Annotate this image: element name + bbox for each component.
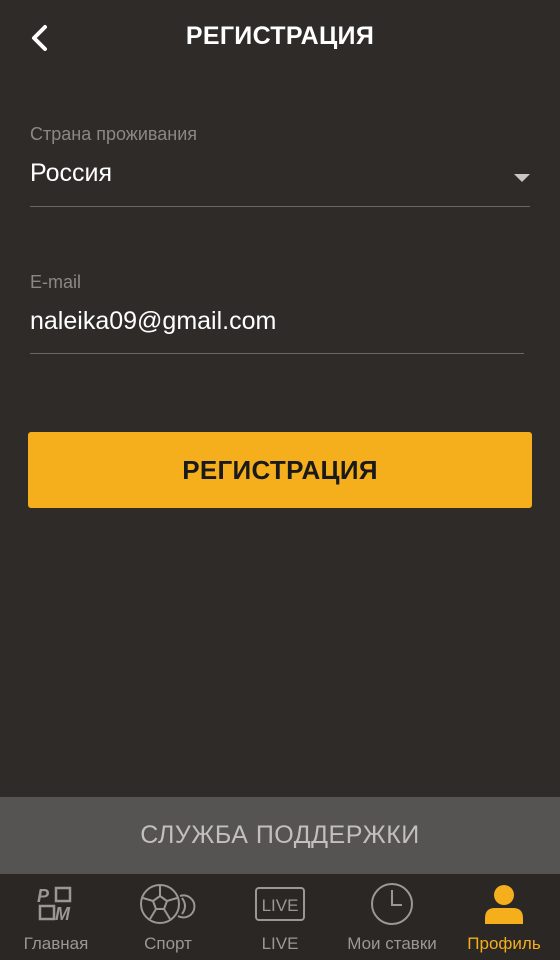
register-button[interactable]: РЕГИСТРАЦИЯ	[28, 432, 532, 508]
support-button[interactable]: СЛУЖБА ПОДДЕРЖКИ	[0, 797, 560, 874]
live-icon-text: LIVE	[262, 896, 299, 915]
tab-my-bets[interactable]: Мои ставки	[336, 874, 448, 960]
dropdown-arrow-icon	[514, 174, 530, 182]
tab-live[interactable]: LIVE LIVE	[224, 874, 336, 960]
bottom-tab-bar: P M Главная Спорт LIVE LIVE Мои ставки П…	[0, 874, 560, 960]
country-underline	[30, 206, 530, 207]
tab-live-label: LIVE	[261, 934, 299, 953]
tab-home-label: Главная	[23, 934, 89, 953]
ball-icon	[138, 882, 198, 926]
tab-my-bets-label: Мои ставки	[347, 934, 437, 953]
country-select[interactable]: Страна проживания Россия	[30, 124, 530, 208]
tab-home[interactable]: P M Главная	[0, 874, 112, 960]
email-field[interactable]: E-mail naleika09@gmail.com	[30, 272, 524, 356]
page-title: РЕГИСТРАЦИЯ	[185, 22, 375, 50]
live-icon: LIVE	[250, 882, 310, 926]
email-underline	[30, 353, 524, 354]
profile-icon	[474, 882, 534, 926]
clock-icon	[362, 882, 422, 926]
tab-profile-label: Профиль	[467, 934, 541, 953]
email-value[interactable]: naleika09@gmail.com	[30, 307, 524, 336]
country-value: Россия	[30, 159, 112, 187]
country-label: Страна проживания	[30, 124, 197, 144]
header: РЕГИСТРАЦИЯ	[0, 0, 560, 78]
tab-profile[interactable]: Профиль	[448, 874, 560, 960]
email-label: E-mail	[30, 272, 82, 292]
logo-icon: P M	[26, 882, 86, 926]
tab-sport-label: Спорт	[144, 934, 192, 953]
svg-text:M: M	[55, 904, 71, 923]
tab-sport[interactable]: Спорт	[112, 874, 224, 960]
svg-text:P: P	[37, 886, 50, 906]
